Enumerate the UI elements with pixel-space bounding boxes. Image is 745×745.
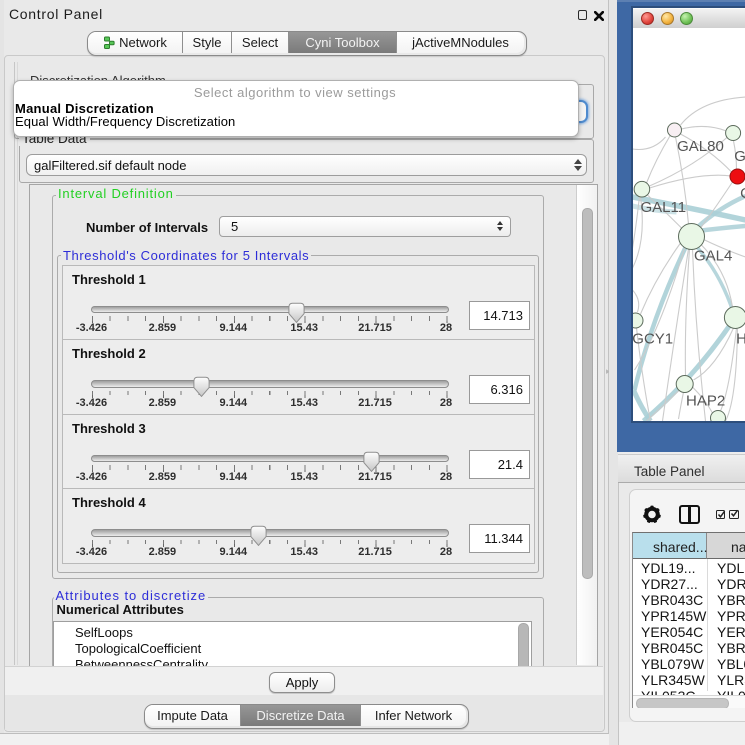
svg-text:GAL4: GAL4: [694, 248, 732, 265]
svg-text:GCY1: GCY1: [633, 331, 673, 348]
svg-text:G...: G...: [734, 148, 745, 165]
svg-text:HIS: HIS: [736, 331, 745, 348]
svg-text:GAL11: GAL11: [640, 199, 686, 216]
svg-text:GAL80: GAL80: [677, 138, 724, 155]
svg-text:HAP2: HAP2: [686, 393, 725, 410]
svg-text:CY: CY: [740, 185, 745, 202]
